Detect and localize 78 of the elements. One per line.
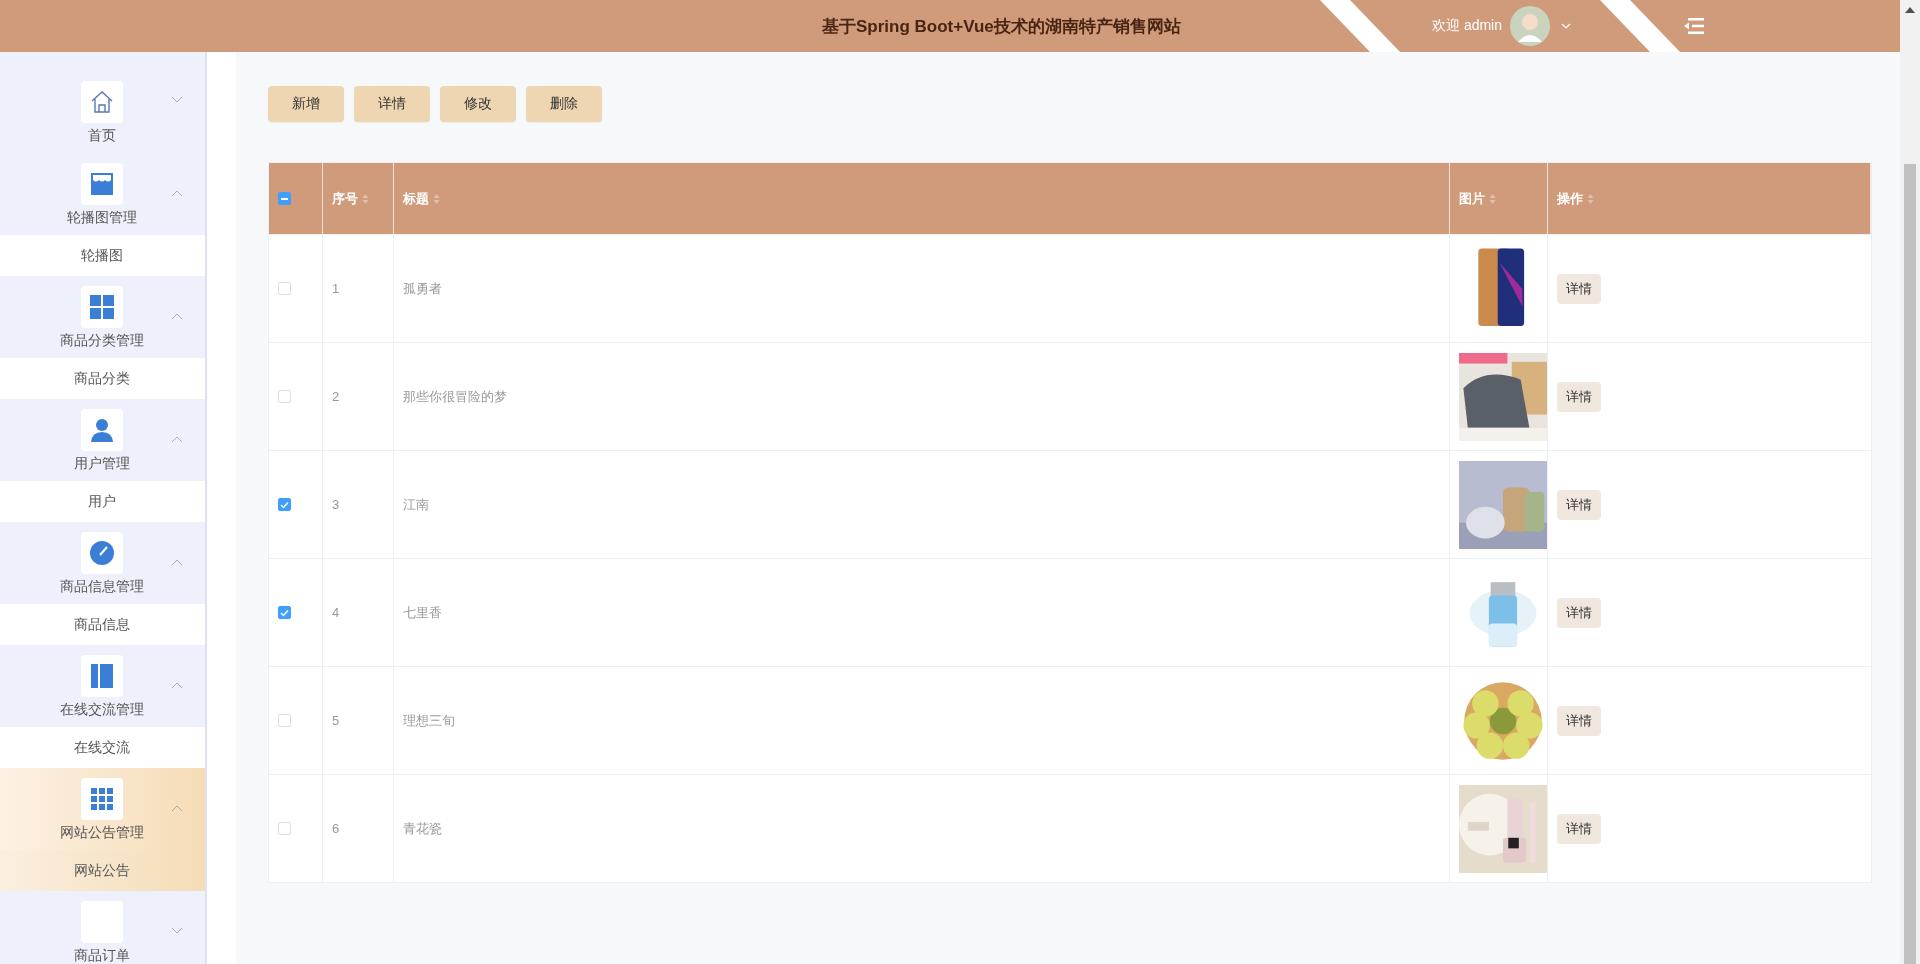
submenu-item[interactable]: 用户 (0, 481, 205, 522)
menu-group[interactable]: 在线交流管理 (0, 645, 205, 727)
menu-label: 用户管理 (74, 455, 131, 473)
menu-group[interactable]: 轮播图管理 (0, 153, 205, 235)
detail-button[interactable]: 详情 (1557, 273, 1601, 304)
toolbar-button[interactable]: 详情 (354, 86, 430, 122)
submenu-item[interactable]: 轮播图 (0, 235, 205, 276)
submenu-item[interactable]: 商品信息 (0, 604, 205, 645)
select-all-checkbox[interactable] (278, 192, 291, 205)
sort-icon[interactable] (1489, 192, 1496, 205)
check-icon (280, 500, 289, 509)
menu-label: 商品信息管理 (60, 578, 145, 596)
minus-icon (281, 197, 288, 200)
store-icon (89, 171, 116, 197)
menu-label: 轮播图管理 (67, 209, 138, 227)
sort-icon[interactable] (362, 192, 369, 205)
index-text: 1 (332, 281, 340, 296)
user-icon (89, 417, 116, 443)
detail-button[interactable]: 详情 (1557, 489, 1601, 520)
welcome-text: 欢迎 admin (1432, 17, 1503, 35)
column-header: 标题 (403, 189, 429, 208)
title-text: 七里香 (403, 603, 442, 622)
index-text: 2 (332, 389, 340, 404)
title-text: 那些你很冒险的梦 (403, 387, 507, 406)
title-text: 青花瓷 (403, 819, 442, 838)
detail-button[interactable]: 详情 (1557, 813, 1601, 844)
column-header: 图片 (1459, 189, 1485, 208)
chevron-down-icon[interactable] (170, 96, 183, 105)
chevron-up-icon[interactable] (170, 189, 183, 198)
detail-button[interactable]: 详情 (1557, 381, 1601, 412)
chevron-up-icon[interactable] (170, 312, 183, 321)
column-header: 操作 (1557, 189, 1583, 208)
menu-group[interactable]: 用户管理 (0, 399, 205, 481)
menu-group[interactable]: 网站公告管理 (0, 768, 205, 850)
chevron-up-icon[interactable] (170, 435, 183, 444)
menu-label: 网站公告管理 (60, 824, 145, 842)
menu-label: 在线交流管理 (60, 701, 145, 719)
menu-icon[interactable] (1684, 17, 1705, 35)
chevron-up-icon[interactable] (170, 681, 183, 690)
menu-group[interactable]: 商品分类管理 (0, 276, 205, 358)
chevron-down-icon[interactable] (170, 927, 183, 936)
detail-button[interactable]: 详情 (1557, 705, 1601, 736)
index-text: 3 (332, 497, 340, 512)
scrollbar[interactable] (1900, 0, 1920, 964)
column-header: 序号 (332, 189, 358, 208)
chevron-up-icon[interactable] (170, 804, 183, 813)
chevron-up-icon[interactable] (170, 558, 183, 567)
menu-label: 商品分类管理 (60, 332, 145, 350)
sort-icon[interactable] (1587, 192, 1594, 205)
title-text: 孤勇者 (403, 279, 442, 298)
submenu-item[interactable]: 在线交流 (0, 727, 205, 768)
check-icon (280, 608, 289, 617)
index-text: 6 (332, 821, 340, 836)
site-title: 基于Spring Boot+Vue技术的湖南特产销售网站 (822, 15, 1182, 38)
submenu-item[interactable]: 商品分类 (0, 358, 205, 399)
title-text: 理想三旬 (403, 711, 455, 730)
grid-icon (89, 294, 116, 320)
columns-icon (89, 663, 116, 689)
toolbar-button[interactable]: 新增 (268, 86, 344, 122)
scroll-up-arrow-icon[interactable] (1905, 6, 1915, 14)
toolbar-button[interactable]: 修改 (440, 86, 516, 122)
apps-icon (89, 786, 116, 812)
index-text: 4 (332, 605, 340, 620)
menu-group[interactable]: 商品订单 (0, 891, 205, 964)
row-checkbox[interactable] (278, 498, 291, 511)
menu-label: 首页 (88, 127, 117, 145)
compass-icon (89, 540, 116, 566)
row-checkbox[interactable] (278, 606, 291, 619)
menu-label: 商品订单 (74, 947, 131, 964)
sort-icon[interactable] (433, 192, 440, 205)
detail-button[interactable]: 详情 (1557, 597, 1601, 628)
toolbar-button[interactable]: 删除 (526, 86, 602, 122)
submenu-item[interactable]: 网站公告 (0, 850, 205, 891)
menu-group[interactable]: 首页 (0, 52, 205, 153)
avatar-icon[interactable] (1510, 6, 1551, 46)
menu-group[interactable]: 商品信息管理 (0, 522, 205, 604)
title-text: 江南 (403, 495, 429, 514)
index-text: 5 (332, 713, 340, 728)
